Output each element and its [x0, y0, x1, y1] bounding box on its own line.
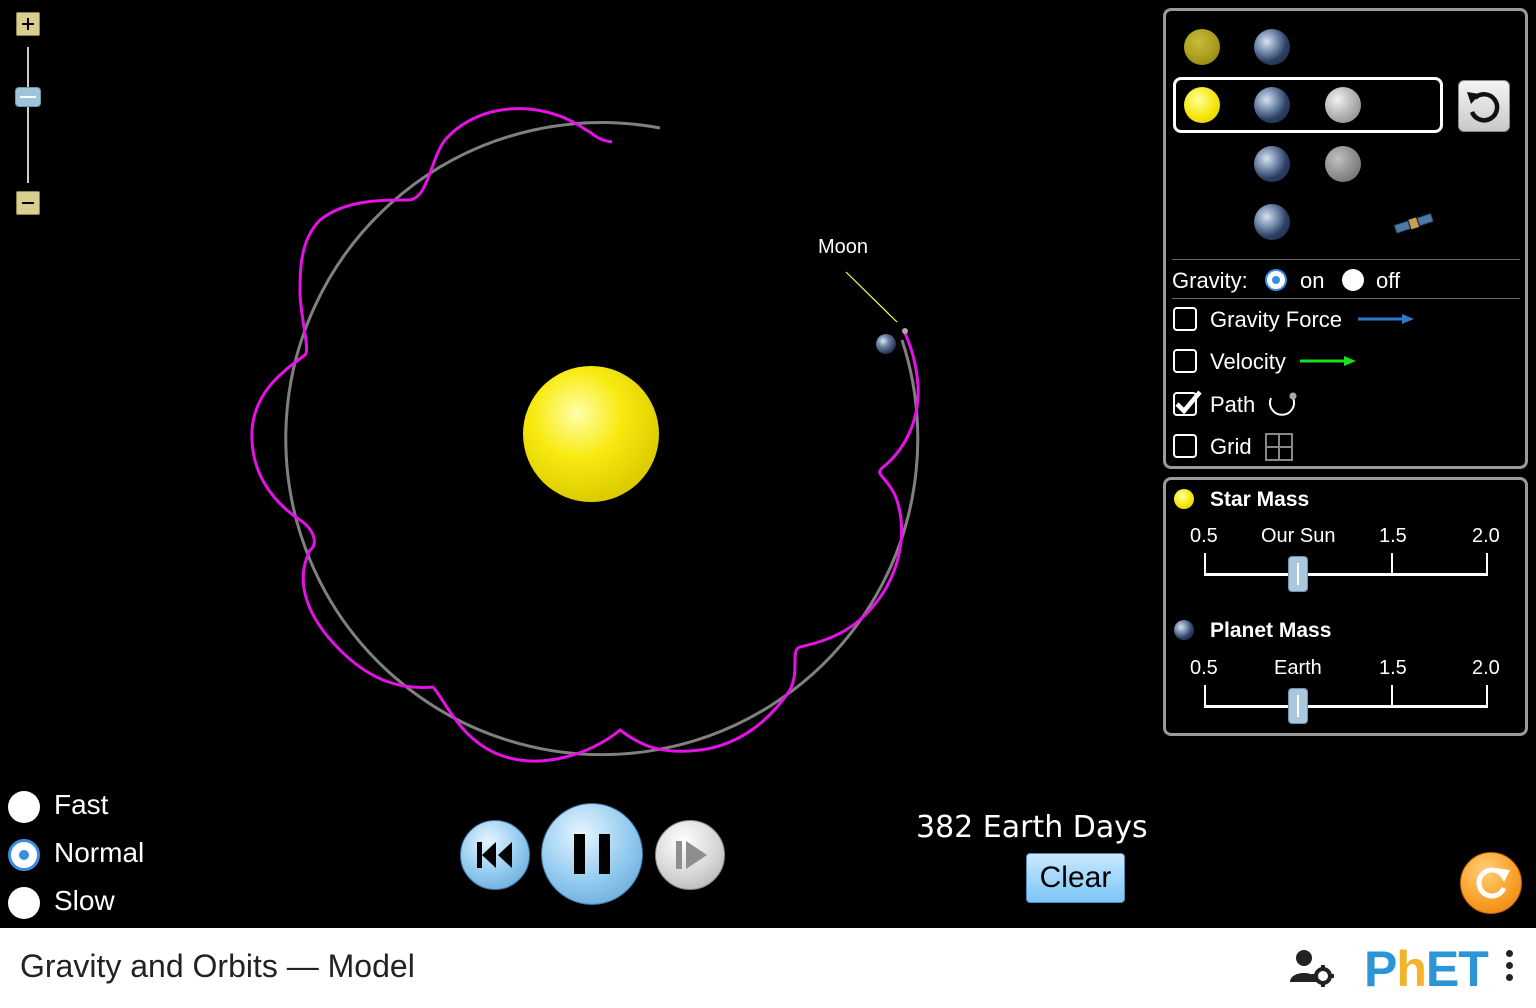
play-pause-button[interactable]: [541, 803, 643, 905]
scene-4-planet-icon[interactable]: [1254, 204, 1290, 240]
panel-divider-1: [1172, 259, 1520, 260]
speed-fast-radio[interactable]: [8, 791, 40, 823]
sun-body[interactable]: [523, 366, 659, 502]
moon-body[interactable]: [902, 328, 908, 334]
grid-label[interactable]: Grid: [1210, 434, 1252, 460]
velocity-checkbox[interactable]: [1173, 349, 1197, 373]
star-mass-tickmark-3: [1486, 553, 1488, 575]
phet-logo-p: P: [1364, 941, 1397, 997]
checkmark-icon: [1175, 390, 1202, 415]
scene-1-star-icon[interactable]: [1184, 29, 1220, 65]
undo-icon: [1467, 92, 1500, 123]
planet-mass-tick-0: 0.5: [1190, 657, 1218, 679]
star-mass-tick-1: Our Sun: [1261, 525, 1336, 547]
green-arrow-icon: [1300, 356, 1356, 366]
scene-2-moon-icon[interactable]: [1325, 87, 1361, 123]
satellite-icon[interactable]: [1393, 211, 1437, 237]
rewind-button[interactable]: [460, 820, 530, 890]
zoom-slider-thumb[interactable]: [15, 87, 41, 107]
planet-mass-tick-3: 2.0: [1472, 657, 1500, 679]
orbit-scene: [250, 107, 920, 763]
gravity-on-label[interactable]: on: [1300, 268, 1324, 294]
gravity-force-checkbox[interactable]: [1173, 307, 1197, 331]
star-mass-tickmark-0: [1204, 553, 1206, 575]
user-settings-icon[interactable]: [1290, 948, 1336, 988]
zoom-in-button[interactable]: [16, 12, 40, 36]
speed-normal-radio[interactable]: [8, 839, 40, 871]
step-forward-button[interactable]: [655, 820, 725, 890]
star-mass-label: Star Mass: [1210, 488, 1310, 511]
scene-1-planet-icon[interactable]: [1254, 29, 1290, 65]
gravity-off-radio[interactable]: [1342, 269, 1364, 291]
star-mass-tick-2: 1.5: [1379, 525, 1407, 547]
planet-mass-track[interactable]: [1204, 705, 1488, 708]
phet-logo-et: ET: [1425, 941, 1489, 997]
reset-all-button[interactable]: [1460, 852, 1522, 914]
planet-mass-tick-2: 1.5: [1379, 657, 1407, 679]
screen-title: Gravity and Orbits — Model: [20, 948, 415, 984]
mass-panel: [1163, 477, 1528, 736]
speed-slow-label[interactable]: Slow: [54, 885, 115, 917]
planet-mass-tickmark-2: [1391, 685, 1393, 707]
gravity-force-label[interactable]: Gravity Force: [1210, 307, 1342, 333]
planet-mass-label: Planet Mass: [1210, 619, 1332, 642]
gravity-off-label[interactable]: off: [1376, 268, 1400, 294]
star-mass-track[interactable]: [1204, 573, 1488, 576]
earth-body[interactable]: [876, 334, 896, 354]
planet-mass-tick-1: Earth: [1274, 657, 1322, 679]
blue-arrow-icon: [1358, 314, 1414, 324]
path-checkbox[interactable]: [1173, 390, 1202, 416]
path-icon: [1269, 392, 1297, 416]
navigation-bar: Gravity and Orbits — Model PhET: [0, 928, 1536, 1008]
star-mass-tick-0: 0.5: [1190, 525, 1218, 547]
speed-normal-label[interactable]: Normal: [54, 837, 144, 869]
step-forward-icon: [676, 841, 707, 869]
gravity-on-radio[interactable]: [1265, 269, 1287, 291]
speed-slow-radio[interactable]: [8, 887, 40, 919]
star-mass-icon: [1174, 489, 1194, 509]
reset-scene-button[interactable]: [1458, 80, 1510, 132]
zoom-out-button[interactable]: [16, 191, 40, 215]
panel-divider-2: [1172, 298, 1520, 299]
star-mass-tickmark-2: [1391, 553, 1393, 575]
path-label[interactable]: Path: [1210, 392, 1255, 418]
star-mass-thumb[interactable]: [1288, 556, 1308, 592]
reset-all-icon: [1476, 867, 1510, 899]
moon-label: Moon: [818, 236, 869, 258]
pause-icon: [574, 834, 610, 874]
scene-2-planet-icon[interactable]: [1254, 87, 1290, 123]
planet-mass-thumb[interactable]: [1288, 688, 1308, 724]
phet-logo[interactable]: PhET: [1364, 940, 1489, 998]
grid-checkbox[interactable]: [1173, 434, 1197, 458]
scene-3-planet-icon[interactable]: [1254, 146, 1290, 182]
rewind-icon: [477, 842, 512, 868]
clear-button[interactable]: Clear: [1026, 853, 1125, 903]
scene-2-star-icon[interactable]: [1184, 87, 1220, 123]
phet-logo-h: h: [1396, 941, 1427, 997]
gravity-label: Gravity:: [1172, 268, 1248, 293]
velocity-label[interactable]: Velocity: [1210, 349, 1286, 375]
planet-mass-tickmark-3: [1486, 685, 1488, 707]
speed-fast-label[interactable]: Fast: [54, 789, 108, 821]
zoom-slider-track[interactable]: [27, 47, 29, 183]
star-mass-tick-3: 2.0: [1472, 525, 1500, 547]
elapsed-time-readout: 382 Earth Days: [916, 810, 1148, 845]
more-options-icon[interactable]: [1506, 950, 1516, 990]
scene-3-moon-icon[interactable]: [1325, 146, 1361, 182]
moon-label-pointer: [845, 271, 898, 323]
planet-mass-tickmark-0: [1204, 685, 1206, 707]
planet-mass-icon: [1174, 620, 1194, 640]
grid-icon: [1265, 433, 1293, 461]
